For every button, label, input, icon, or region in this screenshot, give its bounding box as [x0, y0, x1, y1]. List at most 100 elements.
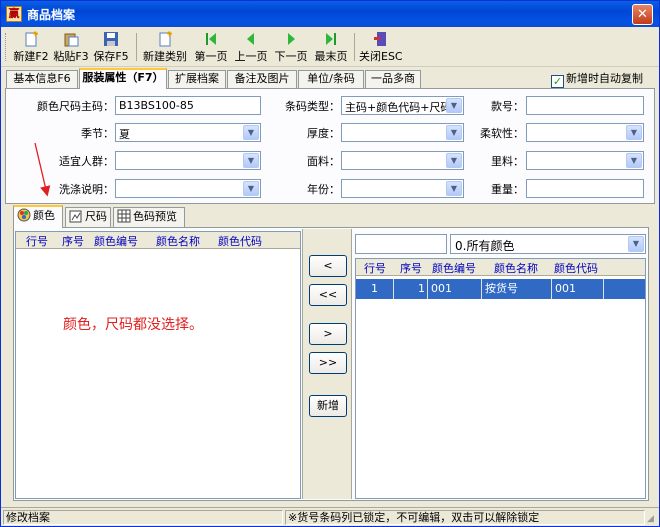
last-page-button[interactable]: 最末页 — [313, 31, 349, 63]
thickness-label: 厚度： — [307, 127, 340, 140]
header-color-name: 颜色名称 — [156, 235, 200, 248]
chevron-down-icon[interactable]: ▼ — [626, 125, 642, 140]
tab-extended-archive[interactable]: 扩展档案 — [168, 70, 226, 88]
add-all-button[interactable]: << — [309, 284, 347, 306]
season-label: 季节： — [81, 127, 114, 140]
status-mode: 修改档案 — [3, 510, 283, 525]
year-select[interactable]: ▼ — [341, 179, 464, 198]
title-bar[interactable]: 赢 商品档案 ✕ — [1, 1, 659, 27]
tab-basic-info[interactable]: 基本信息F6 — [6, 70, 78, 88]
subtab-color[interactable]: 颜色 — [13, 205, 63, 228]
first-page-icon — [203, 31, 219, 47]
thickness-select[interactable]: ▼ — [341, 123, 464, 142]
barcode-type-label: 条码类型： — [285, 100, 340, 113]
toolbar-separator — [354, 33, 355, 61]
chevron-down-icon[interactable]: ▼ — [446, 153, 462, 168]
window-close-button[interactable]: ✕ — [632, 4, 653, 25]
size-chart-icon — [69, 209, 83, 223]
header-color-name: 颜色名称 — [494, 262, 538, 275]
table-row[interactable]: 1 1 001 按货号 001 — [356, 279, 645, 299]
style-number-label: 款号： — [491, 100, 524, 113]
status-message: ※货号条码列已锁定，不可编辑，双击可以解除锁定 — [285, 510, 645, 525]
header-seq: 序号 — [400, 262, 422, 275]
fabric-label: 面料： — [307, 155, 340, 168]
first-page-button[interactable]: 第一页 — [193, 31, 229, 63]
subtab-size[interactable]: 尺码 — [65, 207, 111, 227]
cell-row-no: 1 — [356, 279, 394, 299]
add-selected-button[interactable]: < — [309, 255, 347, 277]
chevron-down-icon[interactable]: ▼ — [446, 125, 462, 140]
header-color-number: 颜色编号 — [94, 235, 138, 248]
annotation-note: 颜色，尺码都没选择。 — [63, 317, 203, 333]
close-icon: ✕ — [637, 7, 648, 22]
year-label: 年份： — [307, 183, 340, 196]
selected-colors-grid[interactable]: 行号 序号 颜色编号 颜色名称 颜色代码 — [15, 231, 301, 499]
header-seq: 序号 — [62, 235, 84, 248]
check-icon: ✓ — [551, 75, 564, 88]
style-number-field[interactable] — [526, 96, 644, 115]
chevron-down-icon[interactable]: ▼ — [626, 153, 642, 168]
grid-preview-icon — [117, 209, 131, 223]
available-colors-grid[interactable]: 行号 序号 颜色编号 颜色名称 颜色代码 1 1 001 按货号 001 — [355, 258, 646, 499]
toolbar-separator — [136, 33, 137, 61]
paste-icon — [63, 31, 79, 47]
color-search-input[interactable] — [355, 234, 447, 254]
barcode-type-select[interactable]: 主码+颜色代码+尺码 ▼ — [341, 96, 464, 115]
toolbar: 新建F2 粘贴F3 保存F5 新建类别 第一页 上一页 下一页 最末页 关闭ES… — [1, 27, 659, 67]
season-select[interactable]: 夏 ▼ — [115, 123, 261, 142]
toolbar-grip[interactable] — [5, 33, 8, 61]
chevron-down-icon[interactable]: ▼ — [243, 181, 259, 196]
transfer-buttons-bar: < << > >> 新增 — [302, 229, 352, 499]
color-size-code-field[interactable]: B13BS100-85 — [115, 96, 261, 115]
subtab-color-size-preview[interactable]: 色码预览 — [113, 207, 185, 227]
cell-color-number: 001 — [428, 279, 482, 299]
target-group-select[interactable]: ▼ — [115, 151, 261, 170]
new-category-icon — [157, 31, 173, 47]
header-color-code: 颜色代码 — [218, 235, 262, 248]
cell-color-code: 001 — [552, 279, 604, 299]
exit-door-icon — [372, 31, 388, 47]
new-button[interactable]: 新建F2 — [13, 31, 49, 63]
header-color-number: 颜色编号 — [432, 262, 476, 275]
wash-instructions-label: 洗涤说明： — [59, 183, 114, 196]
target-group-label: 适宜人群： — [59, 155, 114, 168]
new-category-button[interactable]: 新建类别 — [142, 31, 188, 63]
fabric-select[interactable]: ▼ — [341, 151, 464, 170]
color-size-code-label: 颜色尺码主码： — [37, 100, 114, 113]
new-document-icon — [23, 31, 39, 47]
lining-select[interactable]: ▼ — [526, 151, 644, 170]
close-button[interactable]: 关闭ESC — [359, 31, 403, 63]
color-filter-select[interactable]: 0.所有颜色 ▼ — [450, 234, 646, 254]
chevron-down-icon[interactable]: ▼ — [446, 181, 462, 196]
apparel-attributes-panel: 颜色尺码主码： B13BS100-85 季节： 夏 ▼ 适宜人群： ▼ 洗涤说明：… — [5, 88, 655, 204]
chevron-down-icon[interactable]: ▼ — [628, 236, 644, 252]
auto-copy-checkbox[interactable]: ✓ 新增时自动复制 — [551, 70, 643, 88]
tab-unit-barcode[interactable]: 单位/条码 — [298, 70, 364, 88]
next-page-button[interactable]: 下一页 — [273, 31, 309, 63]
tab-apparel-attributes[interactable]: 服装属性（F7） — [79, 68, 167, 89]
chevron-down-icon[interactable]: ▼ — [243, 153, 259, 168]
last-page-icon — [323, 31, 339, 47]
tab-notes-images[interactable]: 备注及图片 — [227, 70, 297, 88]
new-color-button[interactable]: 新增 — [309, 395, 347, 417]
remove-selected-button[interactable]: > — [309, 323, 347, 345]
tab-multi-vendor[interactable]: 一品多商 — [365, 70, 421, 88]
grid-header: 行号 序号 颜色编号 颜色名称 颜色代码 — [16, 232, 300, 249]
header-row-no: 行号 — [364, 262, 386, 275]
grid-header: 行号 序号 颜色编号 颜色名称 颜色代码 — [356, 259, 645, 276]
weight-label: 重量： — [491, 183, 524, 196]
prev-page-button[interactable]: 上一页 — [233, 31, 269, 63]
weight-field[interactable] — [526, 179, 644, 198]
remove-all-button[interactable]: >> — [309, 352, 347, 374]
cell-color-name: 按货号 — [482, 279, 552, 299]
color-panel: 行号 序号 颜色编号 颜色名称 颜色代码 < << > >> 新增 0.所有颜色… — [13, 227, 649, 501]
color-palette-icon — [17, 208, 31, 222]
softness-label: 柔软性： — [480, 127, 524, 140]
wash-instructions-select[interactable]: ▼ — [115, 179, 261, 198]
softness-select[interactable]: ▼ — [526, 123, 644, 142]
save-button[interactable]: 保存F5 — [93, 31, 129, 63]
paste-button[interactable]: 粘贴F3 — [53, 31, 89, 63]
chevron-down-icon[interactable]: ▼ — [243, 125, 259, 140]
chevron-down-icon[interactable]: ▼ — [446, 98, 462, 113]
resize-grip-icon[interactable]: ◢ — [647, 514, 657, 524]
